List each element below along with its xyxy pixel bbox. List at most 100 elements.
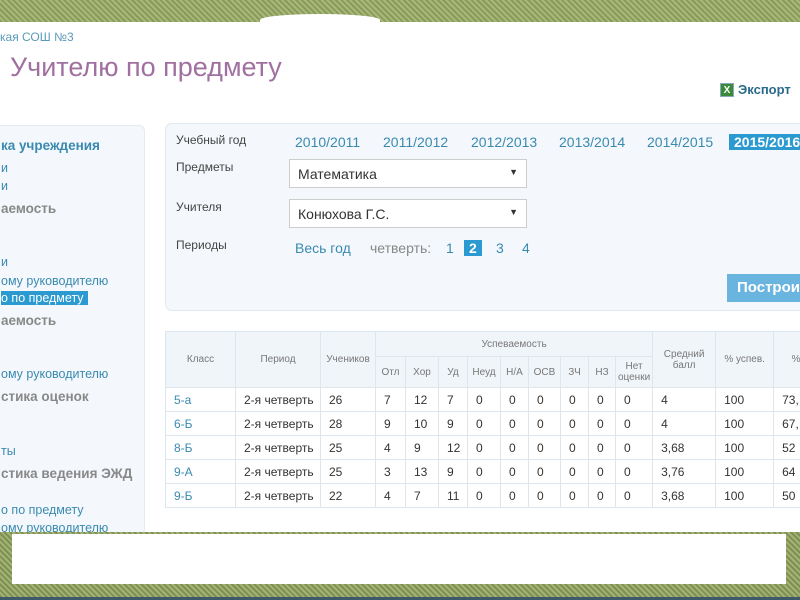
period-whole-year[interactable]: Весь год [295,240,351,256]
header-period: Период [235,331,321,388]
sidebar-item[interactable]: ому руководителю [1,274,108,288]
sidebar-item[interactable]: о по предмету [1,291,88,305]
header-avg: Средний балл [652,331,717,388]
sidebar-item[interactable]: ка учреждения [1,138,100,153]
quarter-label: четверть: [370,240,432,256]
export-button[interactable]: X Экспорт [720,82,791,97]
quarter-option[interactable]: 1 [446,240,454,256]
table-cell: 0 [467,411,501,436]
teacher-label: Учителя [176,200,222,214]
table-cell: 0 [614,435,654,460]
decorative-frame-bottom [0,532,800,600]
table-cell: 100 [715,483,775,508]
table-cell: 73, [773,387,800,412]
table-cell: 0 [614,459,654,484]
teacher-select[interactable]: Конюхова Г.С. ▼ [289,199,527,228]
table-cell: 9 [438,411,468,436]
table-cell: 67, [773,411,800,436]
subheader: ЗЧ [560,356,589,388]
class-link[interactable]: 5-а [165,387,236,412]
table-cell: 0 [560,411,589,436]
sidebar-item[interactable]: и [1,179,8,193]
table-cell: 3,68 [652,435,717,460]
year-option[interactable]: 2013/2014 [559,134,625,150]
table-cell: 0 [500,459,529,484]
year-option[interactable]: 2010/2011 [295,134,360,150]
chevron-down-icon: ▼ [509,167,518,177]
table-cell: 0 [588,459,616,484]
table-cell: 7 [405,483,439,508]
table-cell: 22 [320,483,376,508]
table-cell: 0 [467,435,501,460]
class-link[interactable]: 6-Б [165,411,236,436]
table-cell: 4 [375,435,406,460]
table-cell: 50 [773,483,800,508]
sidebar-item[interactable]: аемость [1,313,56,328]
header-class: Класс [165,331,236,388]
results-table: Класс Период Учеников Успеваемость Средн… [165,331,800,508]
sidebar-item[interactable]: и [1,161,8,175]
year-option[interactable]: 2012/2013 [471,134,537,150]
class-link[interactable]: 8-Б [165,435,236,460]
table-row: 8-Б 2-я четверть 25 4 9 12 0 0 0 0 0 0 3,68 100 52 [165,435,800,460]
build-button[interactable]: Построить [727,274,800,302]
table-cell: 0 [500,411,529,436]
table-cell: 2-я четверть [235,411,321,436]
table-row: 9-А 2-я четверть 25 3 13 9 0 0 0 0 0 0 3,76 100 64 [165,459,800,484]
table-cell: 0 [528,459,561,484]
table-cell: 100 [715,435,775,460]
quarter-option[interactable]: 2 [464,240,482,256]
sidebar: ка учреждения и и аемость и ому руководителю о… [0,125,145,535]
table-cell: 0 [560,459,589,484]
sidebar-item[interactable]: о по предмету [1,503,84,517]
class-link[interactable]: 9-А [165,459,236,484]
header-progress: Успеваемость [374,331,654,357]
year-option[interactable]: 2011/2012 [383,134,448,150]
quarter-option[interactable]: 4 [522,240,530,256]
year-option[interactable]: 2015/2016 [729,134,800,150]
table-cell: 12 [405,387,439,412]
subheader: НЗ [588,356,616,388]
year-label: Учебный год [176,133,247,147]
table-cell: 3 [375,459,406,484]
quarter-option[interactable]: 3 [496,240,504,256]
table-cell: 0 [560,435,589,460]
class-link[interactable]: 9-Б [165,483,236,508]
table-cell: 2-я четверть [235,435,321,460]
filter-panel: Учебный год 2010/2011 2011/2012 2012/2013 2… [165,123,800,311]
subject-select[interactable]: Математика ▼ [289,159,527,188]
table-cell: 4 [652,387,717,412]
table-cell: 0 [614,483,654,508]
sidebar-item[interactable]: и [1,255,8,269]
table-cell: 100 [715,411,775,436]
table-cell: 0 [614,387,654,412]
subheader: Отл [375,356,406,388]
table-cell: 2-я четверть [235,483,321,508]
table-cell: 0 [528,483,561,508]
table-cell: 28 [320,411,376,436]
table-cell: 0 [588,435,616,460]
table-cell: 0 [588,387,616,412]
table-cell: 0 [560,387,589,412]
subheader: Уд [438,356,468,388]
table-row: 6-Б 2-я четверть 28 9 10 9 0 0 0 0 0 0 4 100 67, [165,411,800,436]
sidebar-item[interactable]: аемость [1,201,56,216]
periods-label: Периоды [176,238,227,252]
export-label: Экспорт [738,82,791,97]
sidebar-item[interactable]: ты [1,444,16,458]
table-cell: 0 [588,411,616,436]
table-cell: 2-я четверть [235,387,321,412]
subheader: Неуд [467,356,501,388]
table-cell: 13 [405,459,439,484]
table-cell: 25 [320,435,376,460]
year-option[interactable]: 2014/2015 [647,134,713,150]
sidebar-item[interactable]: стика ведения ЭЖД [1,466,132,481]
table-cell: 10 [405,411,439,436]
sidebar-item[interactable]: стика оценок [1,389,89,404]
sidebar-item[interactable]: ому руководителю [1,367,108,381]
table-cell: 0 [528,411,561,436]
decorative-frame-top [0,0,800,26]
teacher-value: Конюхова Г.С. [298,206,390,222]
school-name[interactable]: кая СОШ №3 [0,30,74,44]
table-cell: 7 [375,387,406,412]
